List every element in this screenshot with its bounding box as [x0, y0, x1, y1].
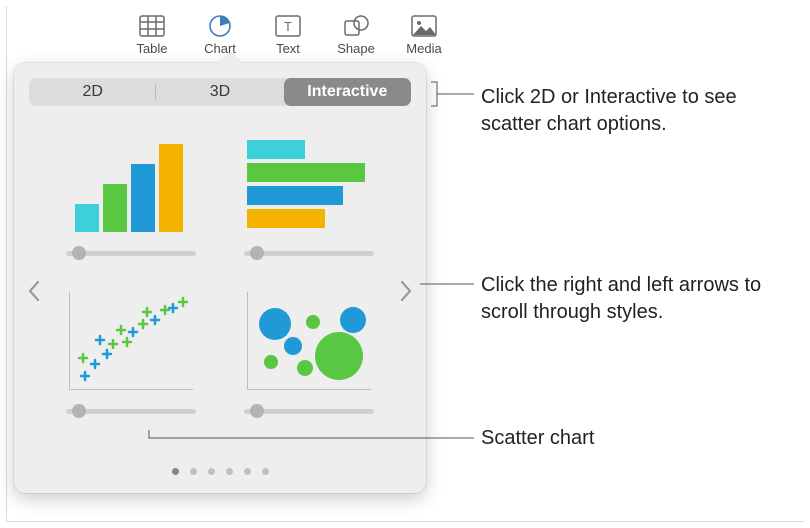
annotation-scatter: Scatter chart [481, 425, 801, 452]
annotation-arrows: Click the right and left arrows to scrol… [481, 272, 801, 326]
annotation-tabs: Click 2D or Interactive to see scatter c… [481, 84, 801, 138]
